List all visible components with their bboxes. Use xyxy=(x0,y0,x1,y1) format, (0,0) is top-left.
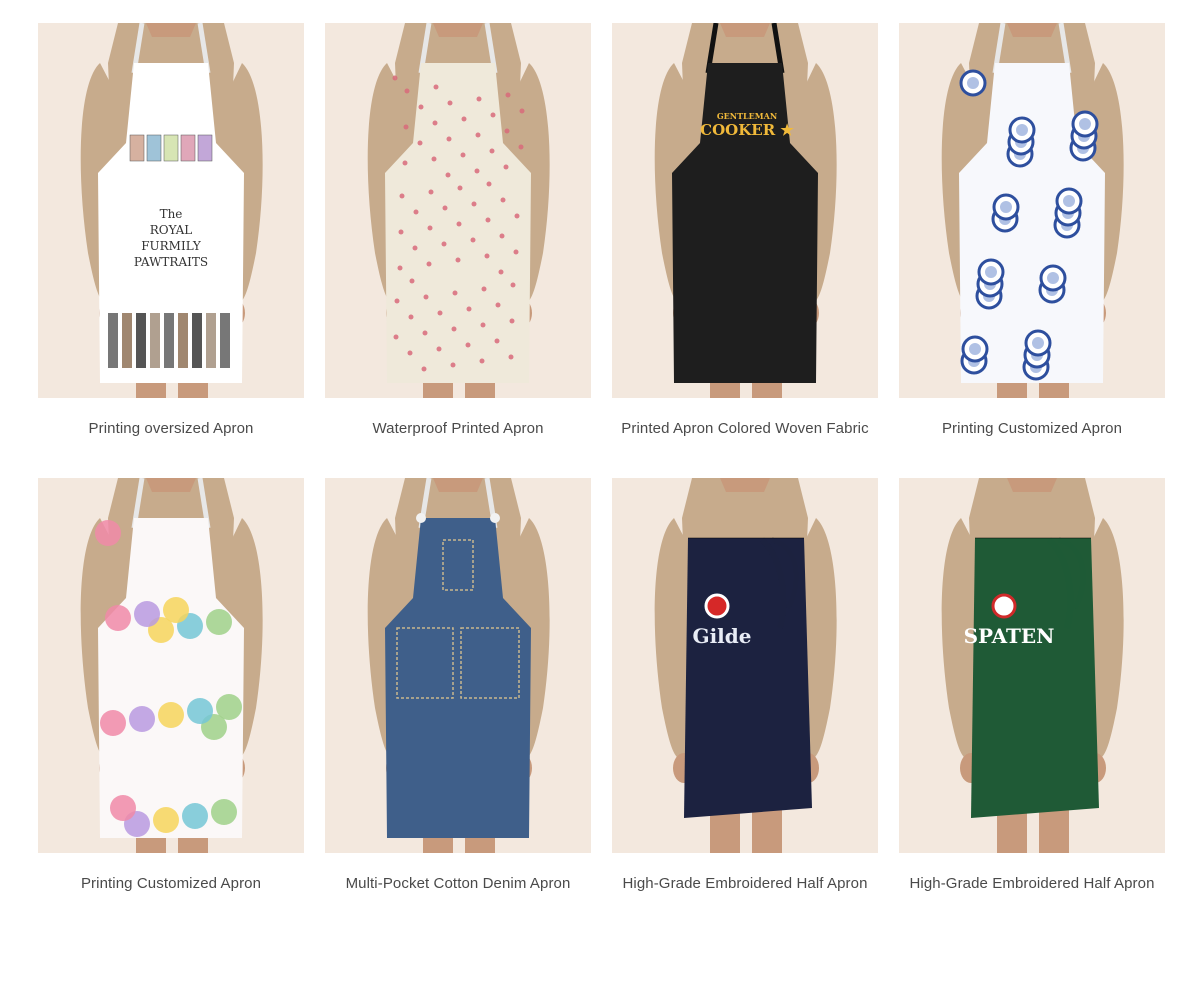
product-card[interactable]: The ROYAL FURMILY PAWTRAITS Printing oversi… xyxy=(38,23,304,438)
apron-photo: Gilde xyxy=(612,478,878,853)
product-name[interactable]: Waterproof Printed Apron xyxy=(372,420,543,438)
right-leg xyxy=(1039,808,1069,853)
apron xyxy=(971,538,1099,818)
apron-photo xyxy=(899,23,1165,398)
apron-photo xyxy=(325,478,591,853)
product-name[interactable]: High-Grade Embroidered Half Apron xyxy=(622,875,867,893)
apron-print-text: Gilde xyxy=(693,624,752,648)
product-card[interactable]: Printing Customized Apron xyxy=(38,478,304,893)
apron-photo: GENTLEMANCOOKER ★ xyxy=(612,23,878,398)
product-name[interactable]: Printing Customized Apron xyxy=(942,420,1122,438)
product-card[interactable]: Printing Customized Apron xyxy=(899,23,1165,438)
product-image[interactable] xyxy=(38,478,304,853)
product-grid: The ROYAL FURMILY PAWTRAITS Printing oversi… xyxy=(38,23,1165,893)
apron-print-text: The xyxy=(160,207,183,221)
product-card[interactable]: SPATEN High-Grade Embroidered Half Apron xyxy=(899,478,1165,893)
apron-print-text: SPATEN xyxy=(964,624,1055,648)
apron-photo: The ROYAL FURMILY PAWTRAITS xyxy=(38,23,304,398)
product-card[interactable]: Gilde High-Grade Embroidered Half Apron xyxy=(612,478,878,893)
apron-photo xyxy=(38,478,304,853)
emblem-logo xyxy=(704,593,730,619)
apron xyxy=(684,538,812,818)
product-name[interactable]: Printing Customized Apron xyxy=(81,875,261,893)
product-card[interactable]: GENTLEMAN COOKER ★ Printed Apron Colored … xyxy=(612,23,878,438)
product-card[interactable]: Waterproof Printed Apron xyxy=(325,23,591,438)
apron-photo xyxy=(325,23,591,398)
product-name[interactable]: Printing oversized Apron xyxy=(89,420,254,438)
apron-photo: SPATEN xyxy=(899,478,1165,853)
product-name[interactable]: Multi-Pocket Cotton Denim Apron xyxy=(346,875,571,893)
apron-print-text: GENTLEMAN xyxy=(717,111,777,121)
product-image[interactable] xyxy=(899,23,1165,398)
product-image[interactable]: Gilde xyxy=(612,478,878,853)
apron-print-text: FURMILY xyxy=(141,239,202,253)
product-name[interactable]: High-Grade Embroidered Half Apron xyxy=(909,875,1154,893)
product-name[interactable]: Printed Apron Colored Woven Fabric xyxy=(621,420,868,438)
right-leg xyxy=(752,808,782,853)
product-card[interactable]: Multi-Pocket Cotton Denim Apron xyxy=(325,478,591,893)
product-image[interactable]: SPATEN xyxy=(899,478,1165,853)
emblem-logo xyxy=(991,593,1017,619)
apron-print-text: ROYAL xyxy=(150,223,193,237)
product-image[interactable]: GENTLEMAN COOKER ★ xyxy=(612,23,878,398)
product-image[interactable] xyxy=(325,23,591,398)
product-image[interactable]: The ROYAL FURMILY PAWTRAITS xyxy=(38,23,304,398)
product-image[interactable] xyxy=(325,478,591,853)
apron-print-text: PAWTRAITS xyxy=(134,255,208,269)
apron-print-text: COOKER ★ xyxy=(700,121,794,139)
